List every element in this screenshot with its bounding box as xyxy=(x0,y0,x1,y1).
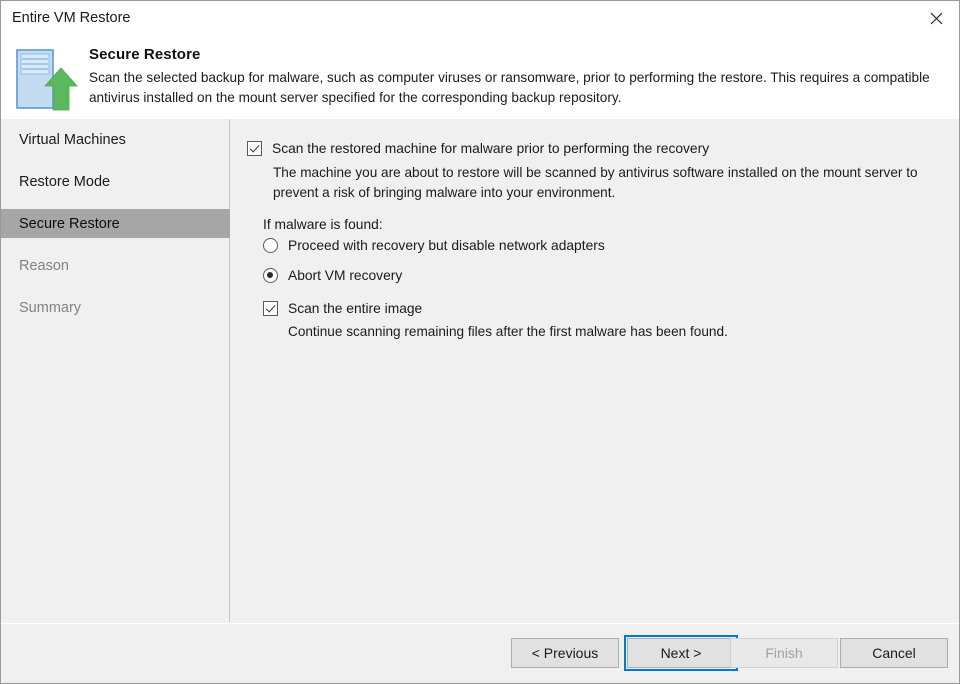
finish-button: Finish xyxy=(730,638,838,668)
sidebar-item-label: Summary xyxy=(19,299,82,316)
close-icon[interactable] xyxy=(913,1,959,35)
dialog-body: Virtual Machines Restore Mode Secure Res… xyxy=(1,119,959,622)
scan-entire-image-checkbox[interactable] xyxy=(263,301,278,316)
window-title: Entire VM Restore xyxy=(12,10,131,26)
secure-restore-panel: Scan the restored machine for malware pr… xyxy=(231,119,959,622)
sidebar-item-label: Virtual Machines xyxy=(19,131,126,148)
scan-entire-image-label: Scan the entire image xyxy=(288,301,423,316)
scan-entire-image-description: Continue scanning remaining files after … xyxy=(288,324,728,339)
wizard-steps-sidebar: Virtual Machines Restore Mode Secure Res… xyxy=(1,119,230,622)
page-title: Secure Restore xyxy=(89,46,201,63)
next-button[interactable]: Next > xyxy=(627,638,735,668)
dialog-footer: < Previous Next > Finish Cancel xyxy=(1,623,959,683)
sidebar-item-virtual-machines[interactable]: Virtual Machines xyxy=(1,125,230,154)
radio-abort-vm-recovery[interactable] xyxy=(263,268,278,283)
sidebar-item-reason[interactable]: Reason xyxy=(1,251,230,280)
scan-machine-label: Scan the restored machine for malware pr… xyxy=(272,141,710,156)
sidebar-item-label: Restore Mode xyxy=(19,173,111,190)
scan-machine-checkbox[interactable] xyxy=(247,141,262,156)
titlebar: Entire VM Restore xyxy=(1,1,959,36)
scan-machine-description: The machine you are about to restore wil… xyxy=(273,165,918,200)
next-button-focus-ring: Next > xyxy=(624,635,738,671)
option-proceed-row[interactable]: Proceed with recovery but disable networ… xyxy=(263,238,605,254)
radio-abort-label: Abort VM recovery xyxy=(288,268,403,283)
scan-entire-image-row[interactable]: Scan the entire image xyxy=(263,301,422,317)
scan-machine-checkbox-row[interactable]: Scan the restored machine for malware pr… xyxy=(247,141,709,157)
sidebar-item-summary[interactable]: Summary xyxy=(1,293,230,322)
option-abort-row[interactable]: Abort VM recovery xyxy=(263,268,402,284)
radio-proceed-label: Proceed with recovery but disable networ… xyxy=(288,238,605,253)
sidebar-item-label: Reason xyxy=(19,257,69,274)
sidebar-item-label: Secure Restore xyxy=(19,215,120,232)
radio-proceed-with-recovery[interactable] xyxy=(263,238,278,253)
page-description: Scan the selected backup for malware, su… xyxy=(89,70,930,105)
restore-vm-icon xyxy=(13,46,81,114)
malware-found-label: If malware is found: xyxy=(263,217,383,232)
previous-button[interactable]: < Previous xyxy=(511,638,619,668)
dialog-header: Secure Restore Scan the selected backup … xyxy=(1,36,959,119)
entire-vm-restore-dialog: Entire VM Restore Secure Restore Scan th… xyxy=(0,0,960,684)
cancel-button[interactable]: Cancel xyxy=(840,638,948,668)
sidebar-item-restore-mode[interactable]: Restore Mode xyxy=(1,167,230,196)
sidebar-item-secure-restore[interactable]: Secure Restore xyxy=(1,209,230,238)
